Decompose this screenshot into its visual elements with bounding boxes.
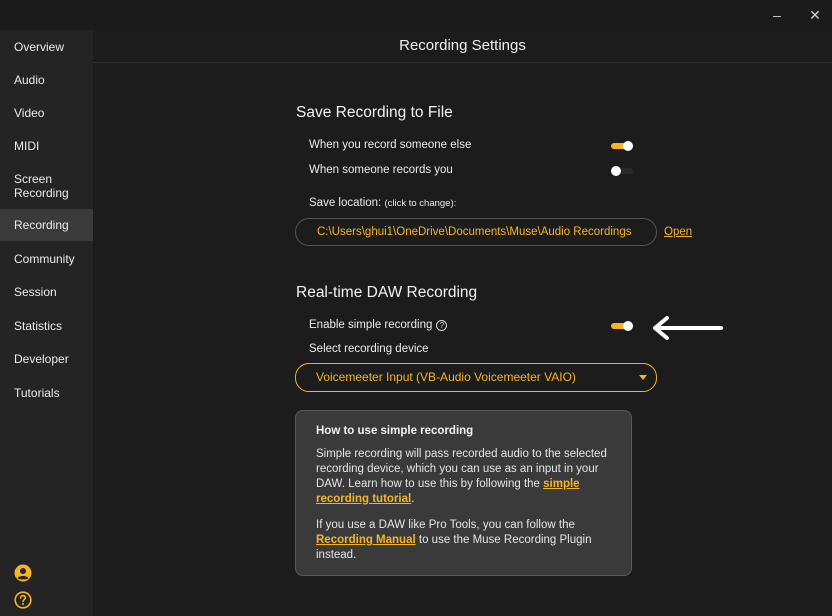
sidebar-item-audio[interactable]: Audio <box>0 63 93 96</box>
sidebar: Overview Audio Video MIDI Screen Recordi… <box>0 30 93 616</box>
sidebar-item-label: Community <box>14 251 75 266</box>
save-location-label: Save location: (click to change): <box>309 197 456 209</box>
simple-recording-info-card: How to use simple recording Simple recor… <box>295 410 632 576</box>
main-panel: Recording Settings Save Recording to Fil… <box>93 30 832 616</box>
sidebar-item-label: Recording <box>14 218 69 232</box>
someone-records-you-toggle[interactable] <box>611 165 635 177</box>
question-circle-icon[interactable]: ? <box>436 320 448 331</box>
save-location-text: Save location: <box>309 197 382 209</box>
sidebar-item-label: Video <box>14 105 45 120</box>
open-folder-link[interactable]: Open <box>664 226 692 238</box>
toggle-knob <box>623 321 633 331</box>
sidebar-item-developer[interactable]: Developer <box>0 342 93 375</box>
sidebar-item-label: Overview <box>14 39 65 54</box>
info-text: If you use a DAW like Pro Tools, you can… <box>316 519 575 531</box>
save-location-hint: (click to change): <box>384 198 457 209</box>
info-text-end: . <box>411 493 415 505</box>
sidebar-item-tutorials[interactable]: Tutorials <box>0 376 93 409</box>
save-section-title: Save Recording to File <box>296 104 453 121</box>
sidebar-item-recording[interactable]: Recording <box>0 209 93 241</box>
sidebar-item-label: Developer <box>14 351 69 366</box>
caret-down-icon <box>639 375 647 380</box>
page-title: Recording Settings <box>399 37 526 54</box>
sidebar-item-video[interactable]: Video <box>0 96 93 129</box>
info-card-paragraph-2: If you use a DAW like Pro Tools, you can… <box>316 518 611 563</box>
sidebar-item-overview[interactable]: Overview <box>0 30 93 63</box>
recording-device-select[interactable]: Voicemeeter Input (VB-Audio Voicemeeter … <box>295 363 657 392</box>
sidebar-item-screen-recording[interactable]: Screen Recording <box>0 168 93 204</box>
record-someone-else-label: When you record someone else <box>309 139 472 151</box>
recording-manual-link[interactable]: Recording Manual <box>316 534 416 546</box>
sidebar-item-statistics[interactable]: Statistics <box>0 309 93 342</box>
info-card-paragraph-1: Simple recording will pass recorded audi… <box>316 447 611 507</box>
close-button[interactable]: ✕ <box>802 4 828 26</box>
toggle-knob <box>623 141 633 151</box>
selected-device-value: Voicemeeter Input (VB-Audio Voicemeeter … <box>316 370 576 384</box>
minimize-button[interactable]: – <box>764 4 790 26</box>
toggle-knob <box>611 166 621 176</box>
pointer-arrow-icon <box>653 316 723 340</box>
title-divider <box>93 62 832 63</box>
sidebar-item-label: Tutorials <box>14 385 60 400</box>
sidebar-item-label: Audio <box>14 72 45 87</box>
someone-records-you-label: When someone records you <box>309 164 453 176</box>
sidebar-item-label: Session <box>14 284 57 299</box>
save-location-path-field[interactable]: C:\Users\ghui1\OneDrive\Documents\Muse\A… <box>295 218 657 246</box>
user-circle-icon[interactable] <box>14 564 32 582</box>
sidebar-item-community[interactable]: Community <box>0 242 93 275</box>
sidebar-item-midi[interactable]: MIDI <box>0 129 93 162</box>
select-device-label: Select recording device <box>309 343 429 355</box>
help-circle-icon[interactable] <box>14 591 32 609</box>
title-bar: – ✕ <box>0 0 832 30</box>
daw-section-title: Real-time DAW Recording <box>296 284 478 301</box>
sidebar-item-label: Screen Recording <box>14 172 69 200</box>
sidebar-item-label: MIDI <box>14 138 40 153</box>
info-card-heading: How to use simple recording <box>316 425 474 437</box>
enable-simple-recording-text: Enable simple recording <box>309 319 433 331</box>
enable-simple-recording-toggle[interactable] <box>611 320 635 332</box>
record-someone-else-toggle[interactable] <box>611 140 635 152</box>
sidebar-item-label: Statistics <box>14 318 63 333</box>
sidebar-item-session[interactable]: Session <box>0 275 93 308</box>
enable-simple-recording-label: Enable simple recording? <box>309 319 448 331</box>
